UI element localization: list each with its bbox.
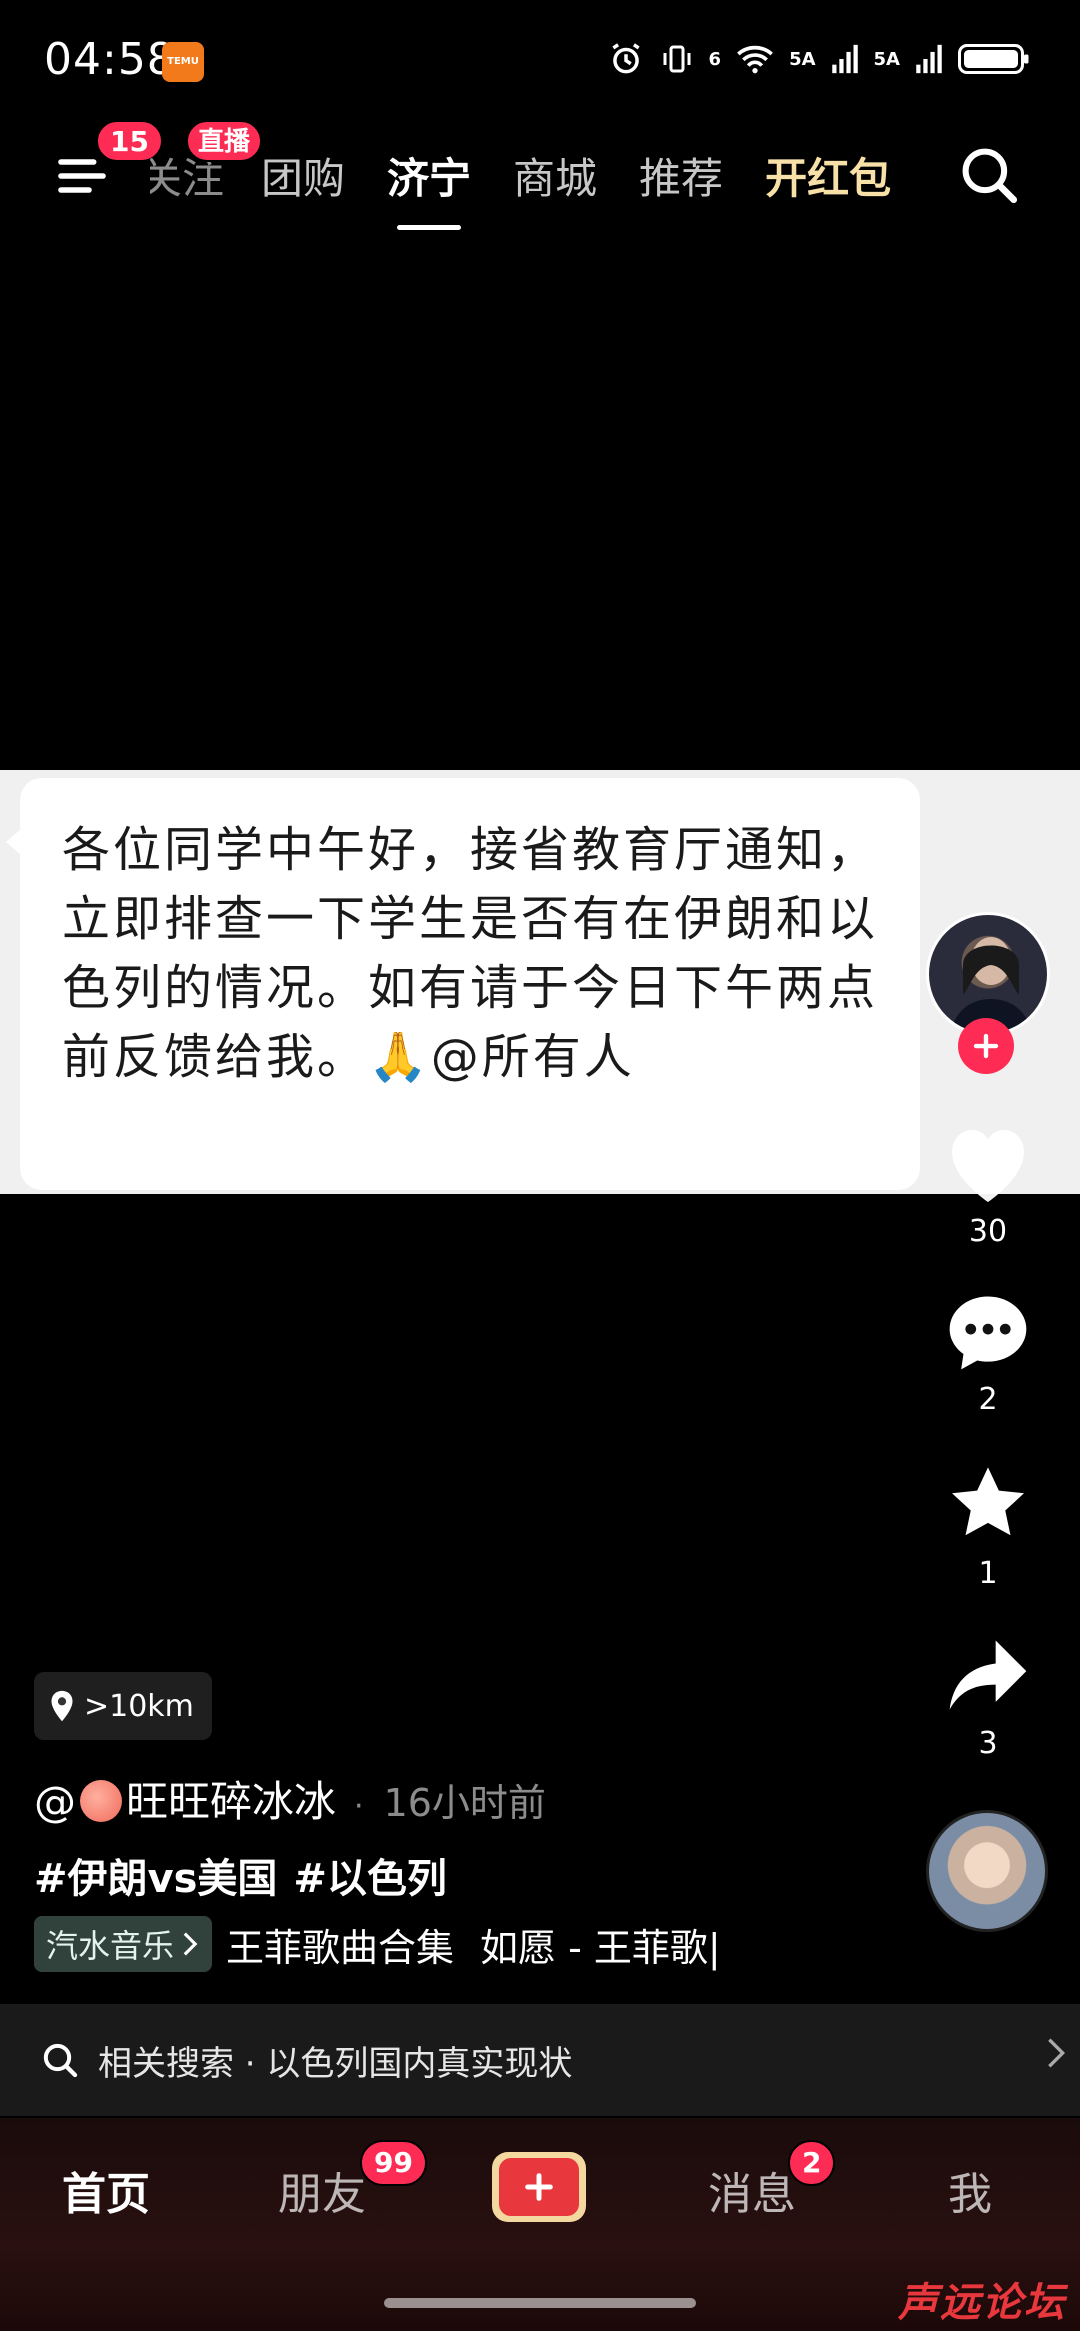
forum-watermark: 声远论坛 (898, 2280, 1066, 2326)
tab-friends[interactable]: 朋友 (278, 2158, 366, 2222)
tab-mall[interactable]: 商城 (492, 144, 618, 214)
author-name[interactable]: 旺旺碎冰冰 (126, 1768, 336, 1829)
wifi-label: 6 (708, 48, 722, 70)
music-app-chip[interactable]: 汽水音乐 (34, 1916, 213, 1972)
signal-icon-2 (916, 44, 942, 74)
like-count: 30 (968, 1214, 1008, 1249)
chat-message-bubble: 各位同学中午好，接省教育厅通知，立即排查一下学生是否有在伊朗和以色列的情况。如有… (6, 778, 920, 1190)
status-icons: 6 5A 5A (607, 40, 1030, 78)
music-line[interactable]: 汽水音乐 王菲歌曲合集 如愿 - 王菲歌| (34, 1916, 721, 1972)
location-distance: >10km (84, 1688, 194, 1724)
follow-button[interactable] (958, 1018, 1014, 1074)
tab-group-buy[interactable]: 团购 (240, 144, 366, 214)
author-at-sign: @ (34, 1777, 76, 1826)
status-time: 04:58 (44, 34, 176, 85)
network-label-2: 5A (873, 48, 900, 70)
comment-icon (949, 1296, 1027, 1370)
favorite-button[interactable]: 1 (926, 1458, 1050, 1591)
search-button[interactable] (956, 142, 1026, 212)
search-icon (43, 2043, 78, 2078)
music-title: 王菲歌曲合集 (226, 1925, 455, 1970)
separator-dot: · (354, 1789, 364, 1824)
share-button[interactable]: 3 (926, 1632, 1050, 1761)
tab-home[interactable]: 首页 (62, 2158, 150, 2222)
network-label-1: 5A (789, 48, 816, 70)
create-post-button[interactable] (492, 2152, 586, 2222)
status-bar: 04:58 TEMU 6 5A 5A (0, 0, 1080, 120)
comment-count: 2 (978, 1382, 998, 1417)
search-icon (962, 148, 1018, 204)
music-disc-avatar[interactable] (926, 1810, 1048, 1932)
live-badge: 直播 (186, 120, 263, 162)
create-inner (499, 2158, 579, 2216)
music-title-2: 如愿 - 王菲歌| (480, 1925, 721, 1970)
home-indicator[interactable] (384, 2298, 696, 2308)
location-pin-icon (51, 1690, 73, 1722)
author-line: @ 旺旺碎冰冰 · 16小时前 (34, 1768, 546, 1829)
inbox-badge: 2 (788, 2140, 836, 2186)
wifi-icon (737, 45, 773, 74)
alarm-icon (611, 43, 640, 74)
top-nav: 15 关注 团购 济宁 商城 推荐 开红包 直播 (0, 120, 1080, 230)
plus-icon (973, 1033, 999, 1059)
tab-local-jining[interactable]: 济宁 (366, 144, 492, 214)
chat-message-text: 各位同学中午好，接省教育厅通知，立即排查一下学生是否有在伊朗和以色列的情况。如有… (62, 822, 879, 1085)
like-button[interactable]: 30 (926, 1118, 1050, 1249)
star-icon (952, 1467, 1024, 1536)
vibrate-icon (663, 45, 691, 73)
friends-badge: 99 (360, 2140, 427, 2186)
tab-me[interactable]: 我 (948, 2158, 992, 2222)
tab-recommend[interactable]: 推荐 (618, 144, 744, 214)
battery-icon (958, 44, 1029, 74)
heart-icon (952, 1130, 1024, 1202)
signal-icon-1 (831, 44, 858, 74)
music-app-label: 汽水音乐 (46, 1927, 175, 1965)
chevron-right-icon (1048, 2038, 1066, 2068)
plus-icon (525, 2173, 553, 2201)
hashtag-list: #伊朗vs美国 #以色列 (34, 1846, 447, 1904)
hashtag-israel[interactable]: #以色列 (293, 1846, 447, 1904)
share-count: 3 (978, 1726, 998, 1761)
hamburger-menu-icon (58, 159, 106, 193)
hashtag-iran-vs-usa[interactable]: #伊朗vs美国 (34, 1846, 277, 1904)
comment-button[interactable]: 2 (926, 1288, 1050, 1417)
tab-inbox[interactable]: 消息 (708, 2158, 796, 2222)
nav-tabs: 关注 团购 济宁 商城 推荐 开红包 (150, 144, 912, 214)
favorite-count: 1 (978, 1556, 998, 1591)
post-time: 16小时前 (383, 1781, 546, 1825)
related-search-bar[interactable]: 相关搜索 · 以色列国内真实现状 (0, 2004, 1080, 2116)
share-arrow-icon (949, 1640, 1027, 1710)
chevron-right-icon (183, 1932, 198, 1956)
related-search-text: 相关搜索 · 以色列国内真实现状 (98, 2043, 573, 2084)
location-chip[interactable]: >10km (34, 1672, 212, 1740)
tab-red-packet[interactable]: 开红包 (744, 144, 912, 214)
temu-notification-icon: TEMU (162, 42, 204, 82)
peach-emoji-icon (80, 1780, 122, 1822)
